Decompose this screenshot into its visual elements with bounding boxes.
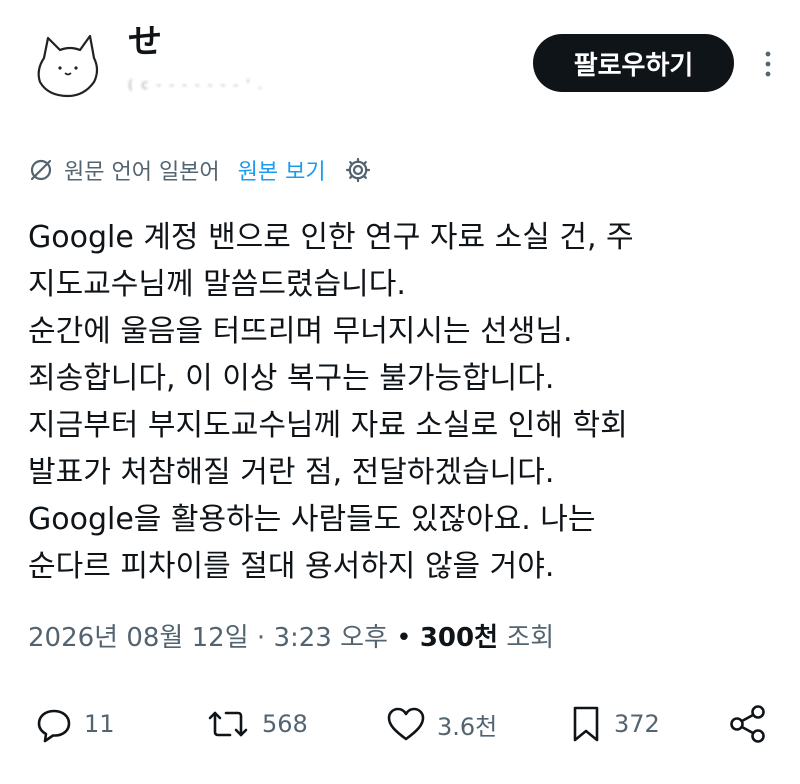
cat-avatar-icon — [37, 34, 99, 98]
repost-icon — [208, 711, 248, 737]
views-count[interactable]: 300천 — [420, 623, 498, 653]
gear-icon[interactable] — [344, 156, 372, 184]
post-text-line: 순간에 울음을 터뜨리며 무너지시는 선생님. — [28, 314, 573, 349]
original-language-label: 원문 언어 일본어 — [64, 160, 220, 185]
post-text-line: 지금부터 부지도교수님께 자료 소실로 인해 학회 — [28, 408, 628, 443]
user-name[interactable]: せ — [128, 20, 162, 64]
more-vertical-icon — [765, 51, 771, 77]
more-options-button[interactable] — [752, 48, 784, 80]
like-button[interactable]: 3.6천 — [385, 700, 497, 748]
post-text-line: 순다르 피차이를 절대 용서하지 않을 거야. — [28, 549, 555, 584]
repost-button[interactable]: 568 — [204, 700, 308, 748]
post-date[interactable]: 2026년 08월 12일 — [28, 623, 249, 653]
avatar[interactable] — [30, 28, 106, 104]
post-text-line: Google을 활용하는 사람들도 있잖아요. 나는 — [28, 502, 596, 537]
reply-count: 11 — [84, 710, 115, 738]
bookmark-button[interactable]: 372 — [568, 700, 660, 748]
meta-separator: · — [256, 623, 266, 653]
bookmark-count: 372 — [614, 710, 660, 738]
bookmark-icon — [573, 706, 599, 742]
post-text-line: 죄송합니다, 이 이상 복구는 불가능합니다. — [28, 361, 555, 396]
reply-icon — [37, 709, 71, 743]
repost-count: 568 — [262, 710, 308, 738]
post-meta: 2026년 08월 12일 · 3:23 오후 • 300천 조회 — [28, 614, 554, 662]
translation-bar: 원문 언어 일본어 원본 보기 — [28, 150, 372, 190]
post-time[interactable]: 3:23 오후 — [273, 623, 388, 653]
views-label: 조회 — [506, 623, 555, 653]
like-icon — [387, 707, 425, 741]
meta-bullet: • — [396, 623, 412, 653]
user-handle[interactable]: ( c - - - - - - - ' . — [128, 78, 264, 93]
post-text: Google 계정 밴으로 인한 연구 자료 소실 건, 주 지도교수님께 말씀… — [28, 214, 783, 590]
view-original-link[interactable]: 원본 보기 — [238, 154, 326, 186]
share-button[interactable] — [726, 700, 770, 748]
post-text-line: 발표가 처참해질 거란 점, 전달하겠습니다. — [28, 455, 555, 490]
post-text-line: 지도교수님께 말씀드렸습니다. — [28, 267, 406, 302]
reply-button[interactable]: 11 — [34, 700, 115, 748]
post-text-line: Google 계정 밴으로 인한 연구 자료 소실 건, 주 — [28, 220, 634, 255]
follow-button[interactable]: 팔로우하기 — [533, 34, 734, 92]
translate-icon — [30, 159, 52, 181]
share-icon — [730, 705, 765, 743]
like-count: 3.6천 — [437, 712, 498, 741]
